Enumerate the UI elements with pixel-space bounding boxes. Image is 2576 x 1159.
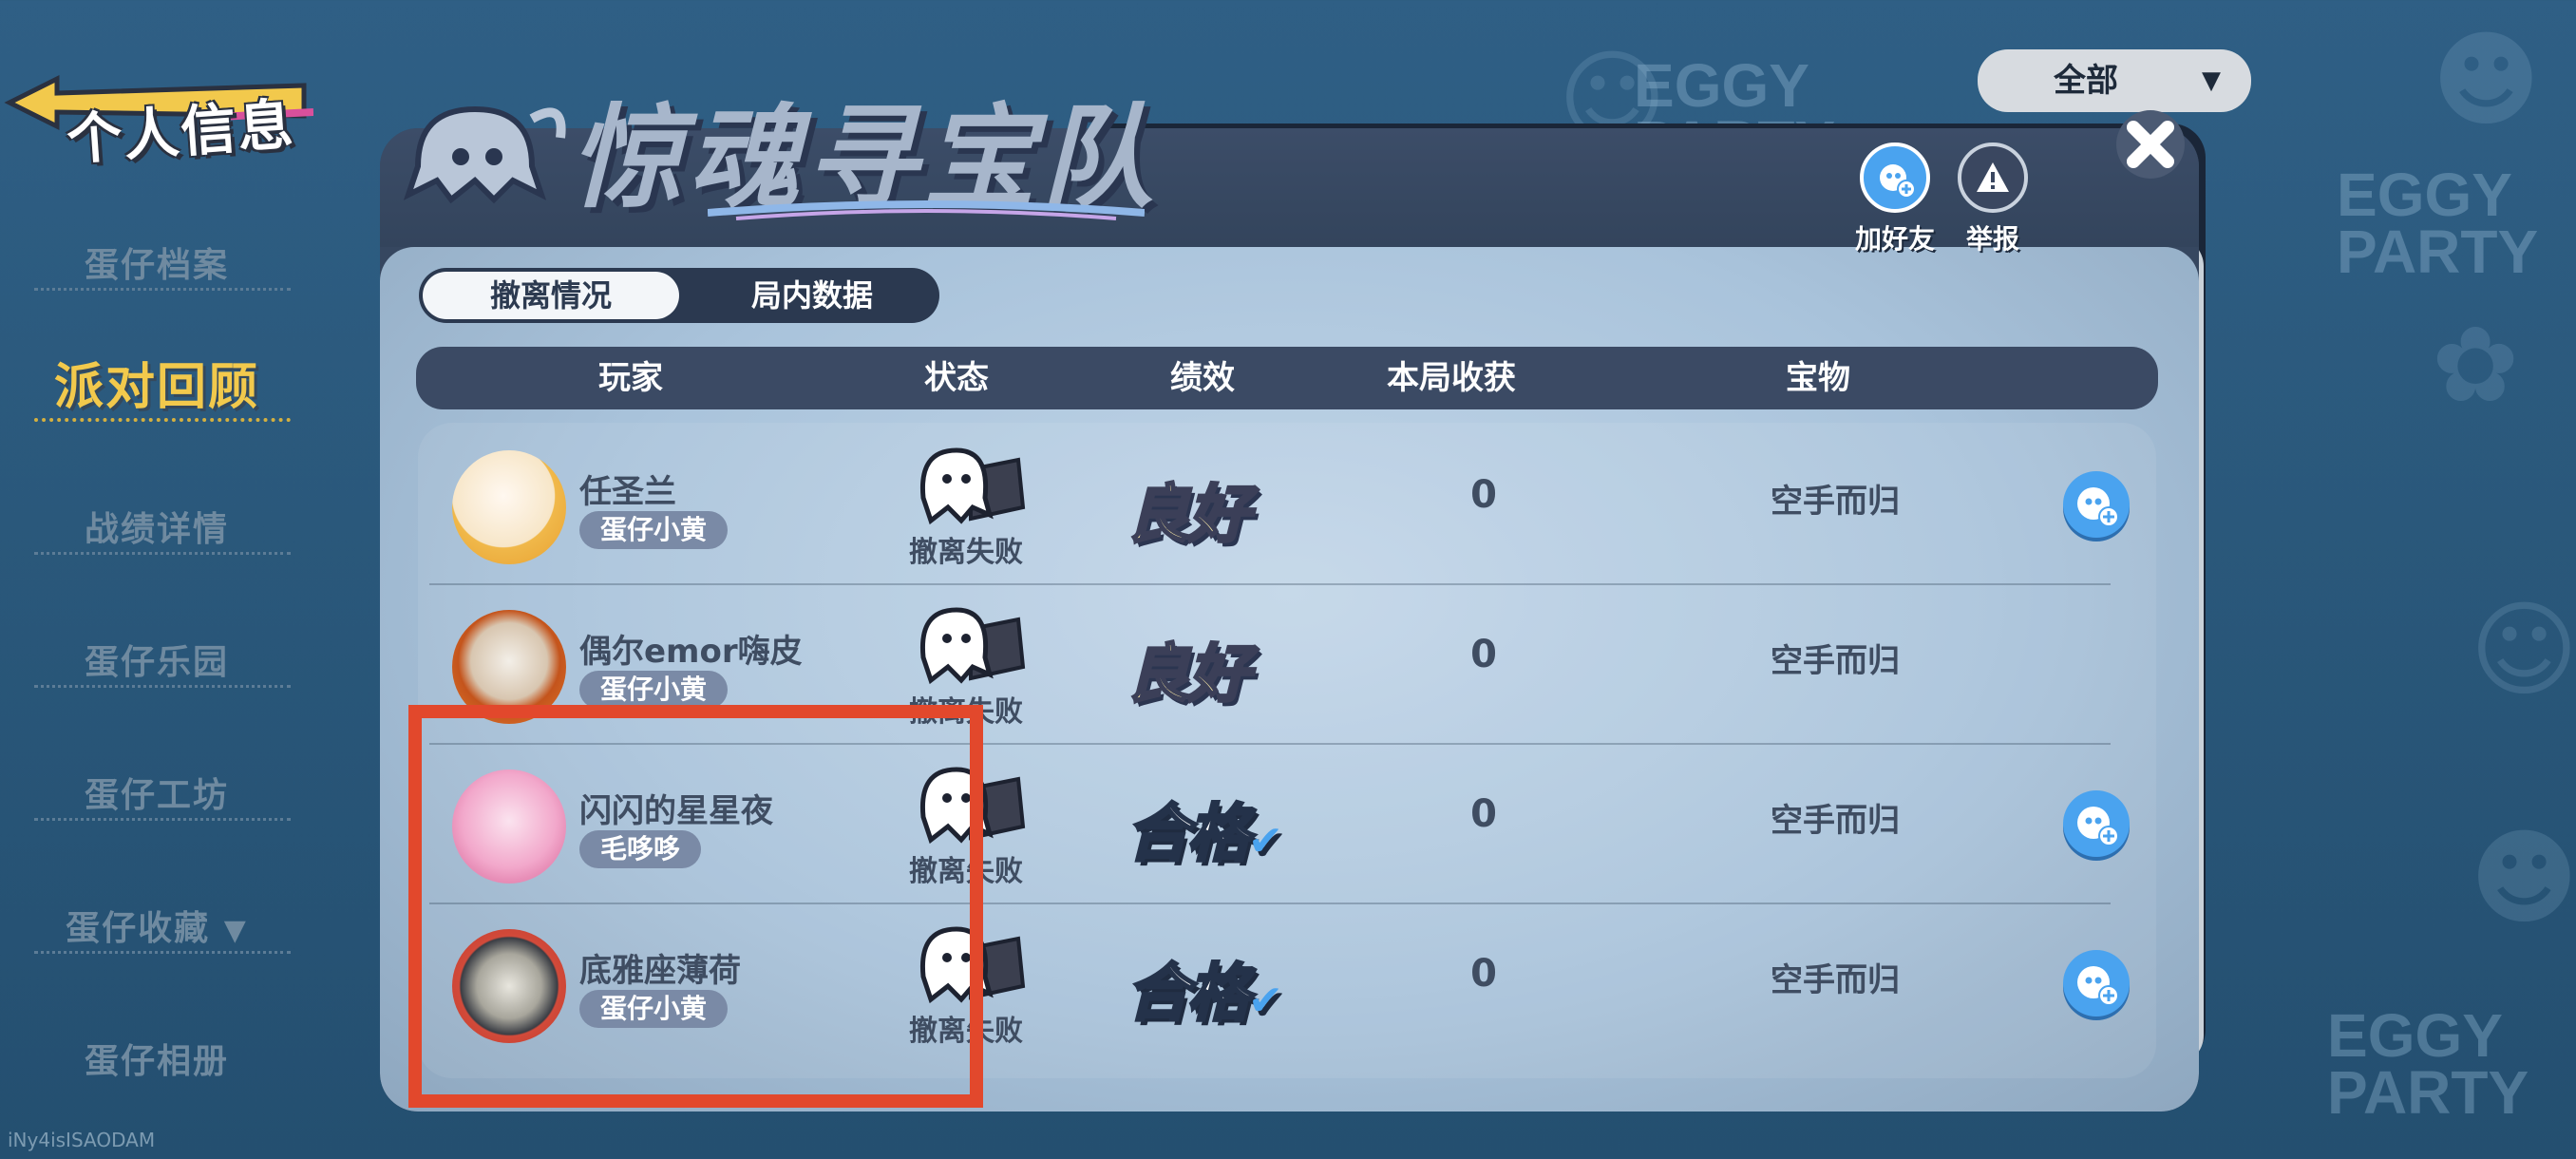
add-friend-label: 加好友 [1854, 223, 1935, 255]
report-label: 举报 [1965, 223, 2019, 255]
bg-brand-text: EGGY PARTY [2327, 1001, 2529, 1127]
add-friend-icon [2077, 966, 2119, 1006]
performance-badge: 合格✔ [1126, 783, 1283, 874]
performance-badge: 合格✔ [1126, 942, 1283, 1034]
harvest-count: 0 [1470, 473, 1497, 517]
avatar[interactable] [452, 450, 566, 564]
watermark-text: iNy4isISAODAM [8, 1129, 156, 1151]
back-title: 个人信息 [65, 91, 297, 173]
sidebar-item-egg-workshop[interactable]: 蛋仔工坊 [0, 768, 313, 817]
treasure-text: 空手而归 [1771, 961, 1900, 999]
bg-doodle-icon: ☻ [2470, 817, 2576, 939]
sidebar-item-egg-album[interactable]: 蛋仔相册 [0, 1034, 313, 1083]
sidebar-item-battle-details[interactable]: 战绩详情 [0, 502, 313, 551]
sidebar-divider [34, 685, 291, 688]
chevron-down-icon: ▼ [223, 914, 248, 947]
highlight-annotation-box [408, 705, 983, 1108]
check-icon: ✔ [1248, 977, 1283, 1025]
sidebar-divider [34, 552, 291, 555]
sidebar-active-underline [34, 418, 291, 422]
filter-dropdown[interactable]: 全部 ▼ [1978, 49, 2251, 112]
add-friend-button[interactable] [2063, 471, 2130, 538]
sidebar-divider [34, 951, 291, 954]
warning-icon [1958, 142, 2028, 213]
column-header-treasure: 宝物 [1786, 359, 1850, 397]
back-button[interactable]: 个人信息 [0, 49, 361, 172]
ghost-status-icon [919, 607, 1026, 685]
sidebar-divider [34, 818, 291, 821]
performance-badge: 良好 [1126, 636, 1252, 712]
harvest-count: 0 [1470, 952, 1497, 996]
tab-bar: 撤离情况 局内数据 [419, 268, 939, 323]
add-friend-header-button[interactable]: 加好友 [1852, 142, 1938, 256]
treasure-text: 空手而归 [1771, 802, 1900, 840]
treasure-text: 空手而归 [1771, 642, 1900, 680]
ghost-logo-icon [403, 105, 566, 204]
ghost-status-icon [919, 447, 1026, 525]
check-icon: ✔ [1248, 817, 1283, 865]
sidebar-divider [34, 288, 291, 291]
player-name: 任圣兰 [579, 473, 676, 511]
performance-badge: 良好 [1126, 477, 1252, 553]
add-friend-button[interactable] [2063, 950, 2130, 1016]
bg-brand-text: EGGY PARTY [2337, 161, 2539, 286]
table-header: 玩家 状态 绩效 本局收获 宝物 [416, 347, 2158, 409]
tab-evacuation[interactable]: 撤离情况 [423, 272, 679, 319]
player-tag: 蛋仔小黄 [579, 671, 729, 709]
sidebar-item-party-review[interactable]: 派对回顾 [0, 347, 313, 418]
sidebar-item-egg-park[interactable]: 蛋仔乐园 [0, 635, 313, 684]
add-friend-button[interactable] [2063, 790, 2130, 857]
player-name: 偶尔emor嗨皮 [579, 633, 803, 671]
performance-label: 合格 [1126, 796, 1252, 872]
treasure-text: 空手而归 [1771, 483, 1900, 521]
status-text: 撤离失败 [909, 536, 1023, 569]
harvest-count: 0 [1470, 792, 1497, 836]
chevron-down-icon: ▼ [2202, 66, 2221, 95]
close-icon[interactable] [2111, 104, 2190, 184]
column-header-status: 状态 [924, 359, 989, 397]
column-header-player: 玩家 [598, 359, 663, 397]
add-friend-icon [2077, 807, 2119, 846]
bg-doodle-icon: ☻ [2432, 19, 2541, 141]
bg-doodle-icon: ✿ [2432, 304, 2520, 426]
harvest-count: 0 [1470, 633, 1497, 676]
filter-selected-value: 全部 [2054, 62, 2118, 100]
bg-doodle-icon: ☺ [2470, 589, 2576, 711]
tab-in-game-data[interactable]: 局内数据 [685, 268, 939, 323]
player-tag: 蛋仔小黄 [579, 511, 729, 549]
sidebar-item-egg-profile[interactable]: 蛋仔档案 [0, 238, 313, 287]
column-header-harvest: 本局收获 [1387, 359, 1516, 397]
add-friend-icon [1860, 142, 1930, 213]
sidebar-item-label: 蛋仔收藏 [66, 909, 211, 948]
report-button[interactable]: 举报 [1955, 142, 2031, 256]
table-row: 任圣兰 蛋仔小黄 撤离失败 良好 0 空手而归 [429, 426, 2130, 585]
title-swoosh-icon [708, 200, 1145, 220]
performance-label: 合格 [1126, 956, 1252, 1032]
sidebar-item-egg-collection[interactable]: 蛋仔收藏 ▼ [0, 901, 313, 950]
add-friend-icon [2077, 487, 2119, 527]
column-header-performance: 绩效 [1170, 359, 1235, 397]
